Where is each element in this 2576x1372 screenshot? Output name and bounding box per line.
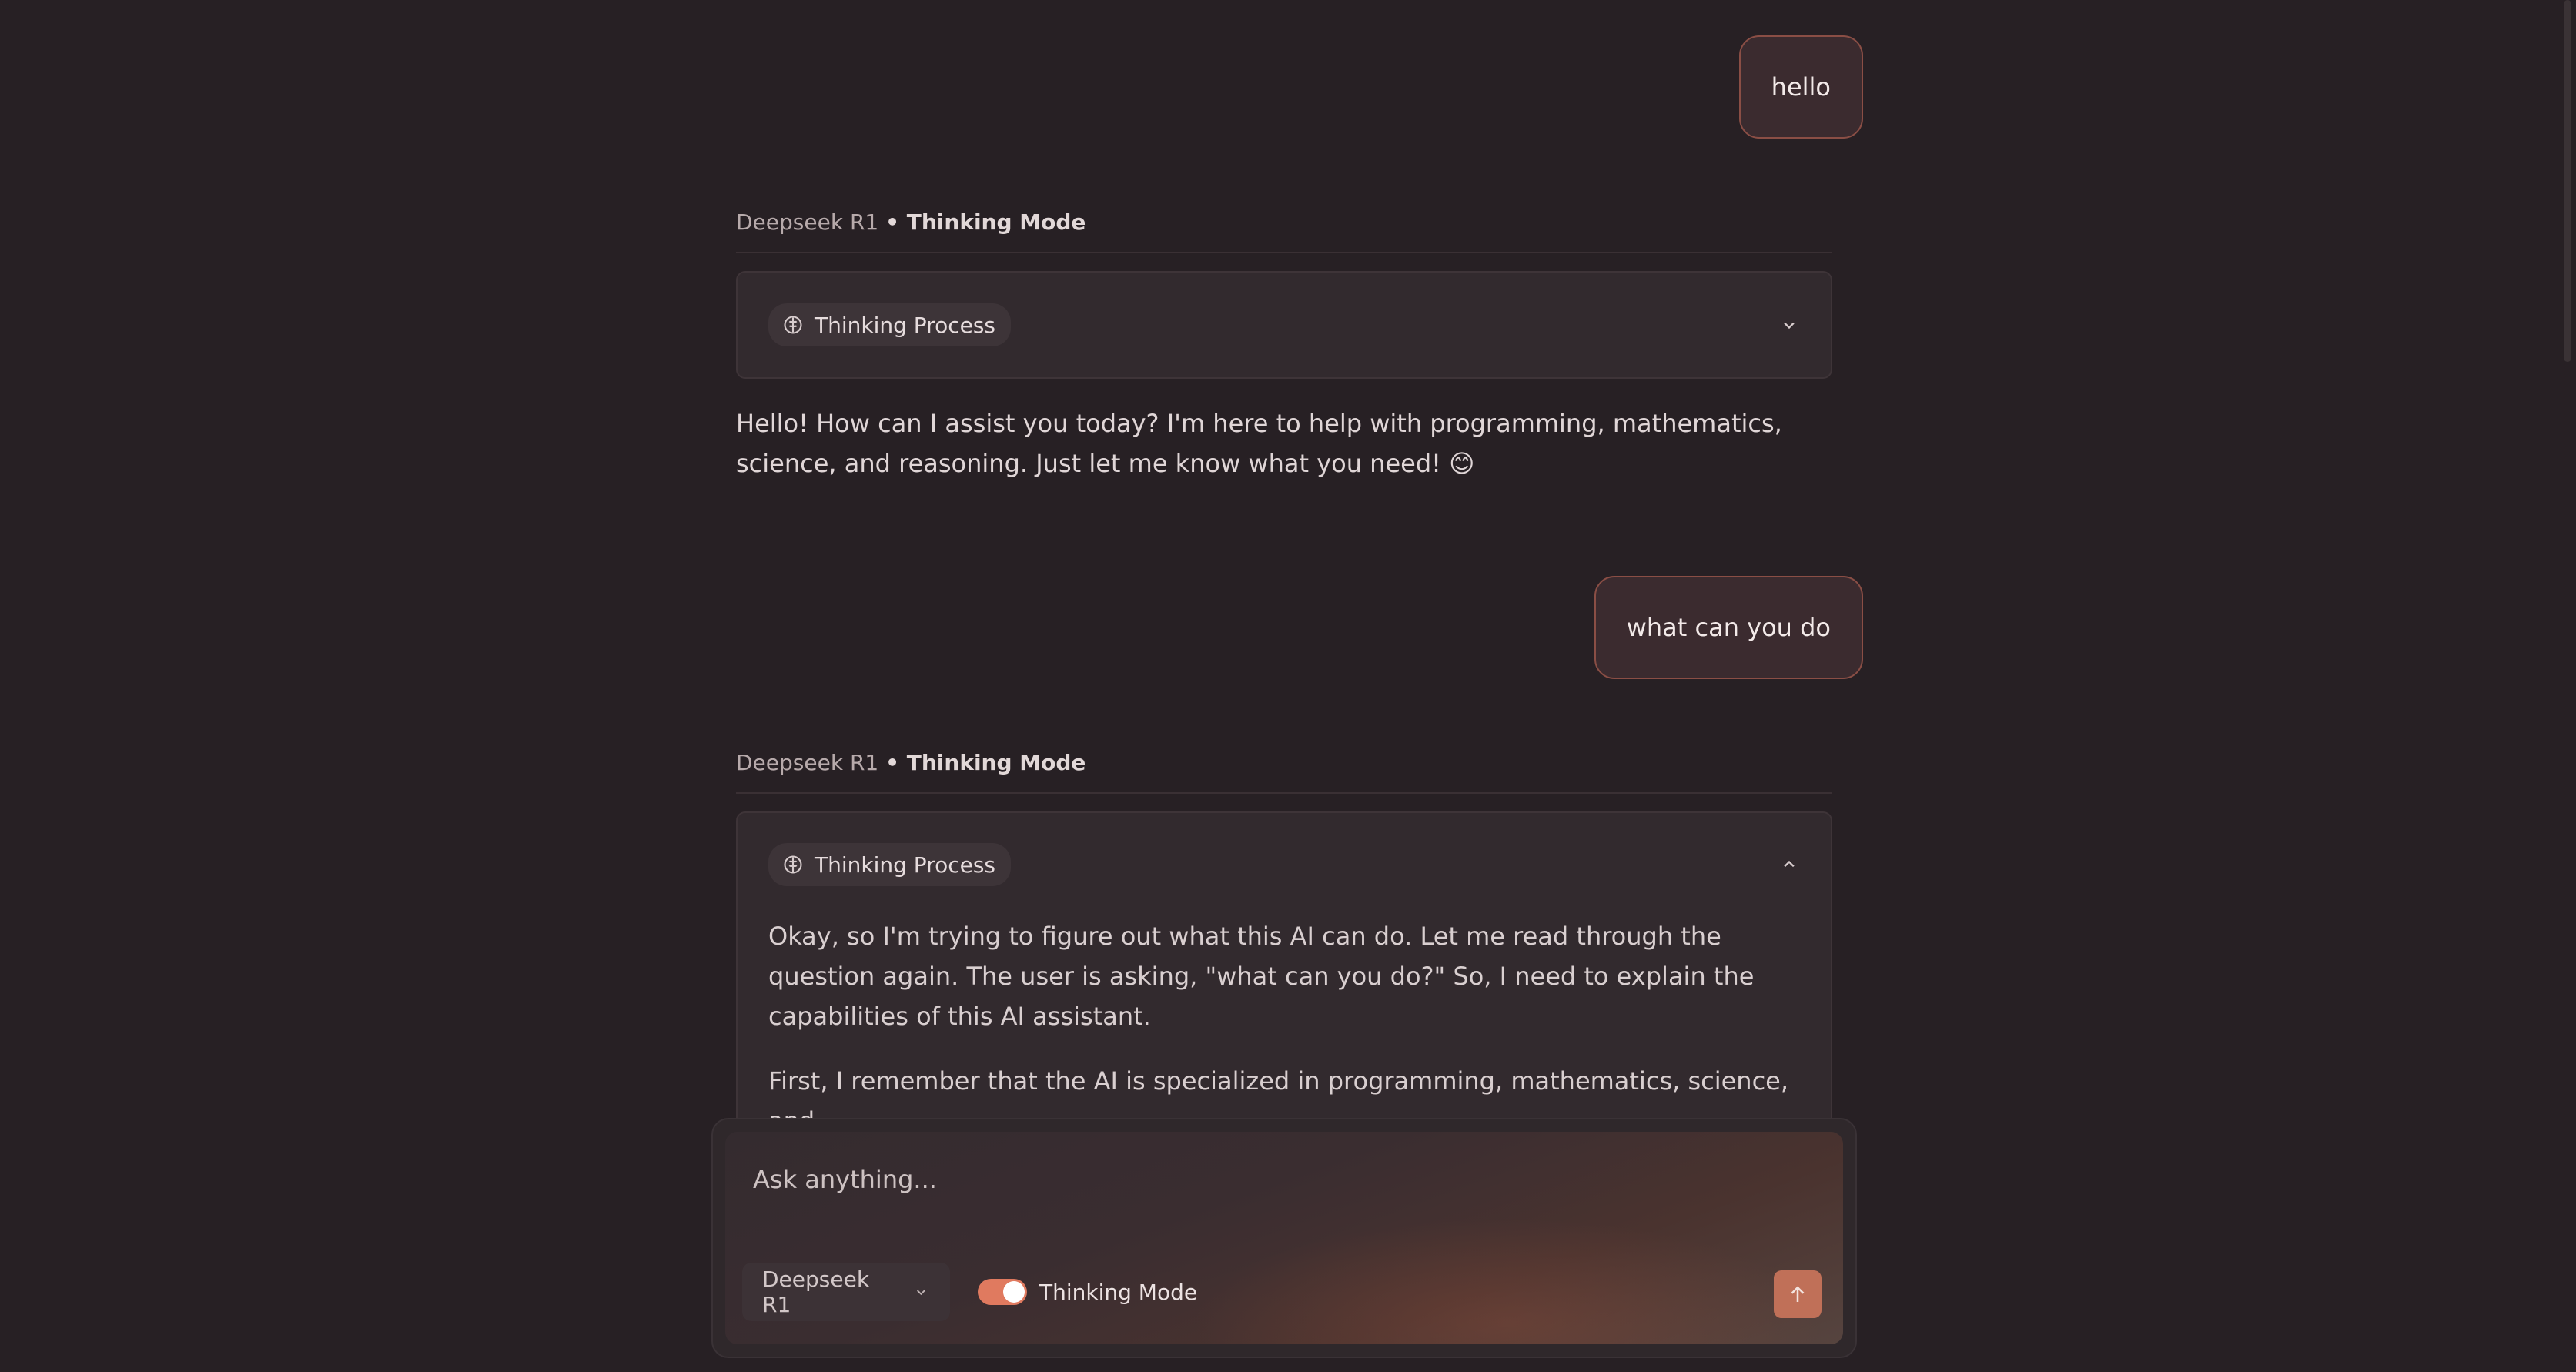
toggle-knob: [1003, 1281, 1025, 1303]
mode-label: • Thinking Mode: [885, 750, 1086, 775]
scrollbar-thumb[interactable]: [2564, 0, 2571, 362]
chevron-up-icon[interactable]: [1778, 854, 1800, 875]
chevron-down-icon: [917, 1290, 926, 1296]
thinking-mode-toggle[interactable]: Thinking Mode: [978, 1264, 1197, 1320]
thinking-process-header[interactable]: Thinking Process: [738, 813, 1831, 916]
user-message: hello: [1738, 35, 1863, 139]
user-message: what can you do: [1594, 576, 1863, 679]
model-name: Deepseek R1: [736, 209, 879, 235]
mode-label: • Thinking Mode: [885, 209, 1086, 235]
thinking-process-content: Okay, so I'm trying to figure out what t…: [738, 916, 1831, 1141]
chevron-down-icon[interactable]: [1778, 314, 1800, 336]
thinking-process-label: Thinking Process: [815, 312, 996, 338]
composer: Deepseek R1 Thinking Mode: [711, 1118, 1857, 1358]
thinking-paragraph: Okay, so I'm trying to figure out what t…: [768, 922, 1755, 1031]
composer-inner: Deepseek R1 Thinking Mode: [725, 1132, 1843, 1344]
model-name: Deepseek R1: [736, 750, 879, 775]
thinking-process-pill: Thinking Process: [768, 843, 1012, 886]
thinking-process-pill: Thinking Process: [768, 303, 1012, 346]
toggle-switch[interactable]: [978, 1279, 1027, 1305]
model-select[interactable]: Deepseek R1: [742, 1263, 950, 1321]
assistant-header: Deepseek R1 • Thinking Mode: [736, 209, 1832, 253]
thinking-process-card: Thinking Process: [736, 271, 1832, 379]
assistant-answer: Hello! How can I assist you today? I'm h…: [736, 409, 1782, 478]
assistant-header: Deepseek R1 • Thinking Mode: [736, 750, 1832, 794]
brain-icon: [784, 316, 802, 334]
thinking-process-card: Thinking Process Okay, so I'm trying to …: [736, 811, 1832, 1166]
brain-icon: [784, 855, 802, 874]
thinking-mode-label: Thinking Mode: [1039, 1279, 1198, 1305]
thinking-process-label: Thinking Process: [815, 852, 996, 878]
prompt-input[interactable]: [751, 1155, 1755, 1204]
model-select-label: Deepseek R1: [762, 1267, 870, 1317]
thinking-process-header[interactable]: Thinking Process: [738, 273, 1831, 377]
arrow-up-icon: [1791, 1286, 1805, 1302]
send-button[interactable]: [1774, 1270, 1822, 1318]
